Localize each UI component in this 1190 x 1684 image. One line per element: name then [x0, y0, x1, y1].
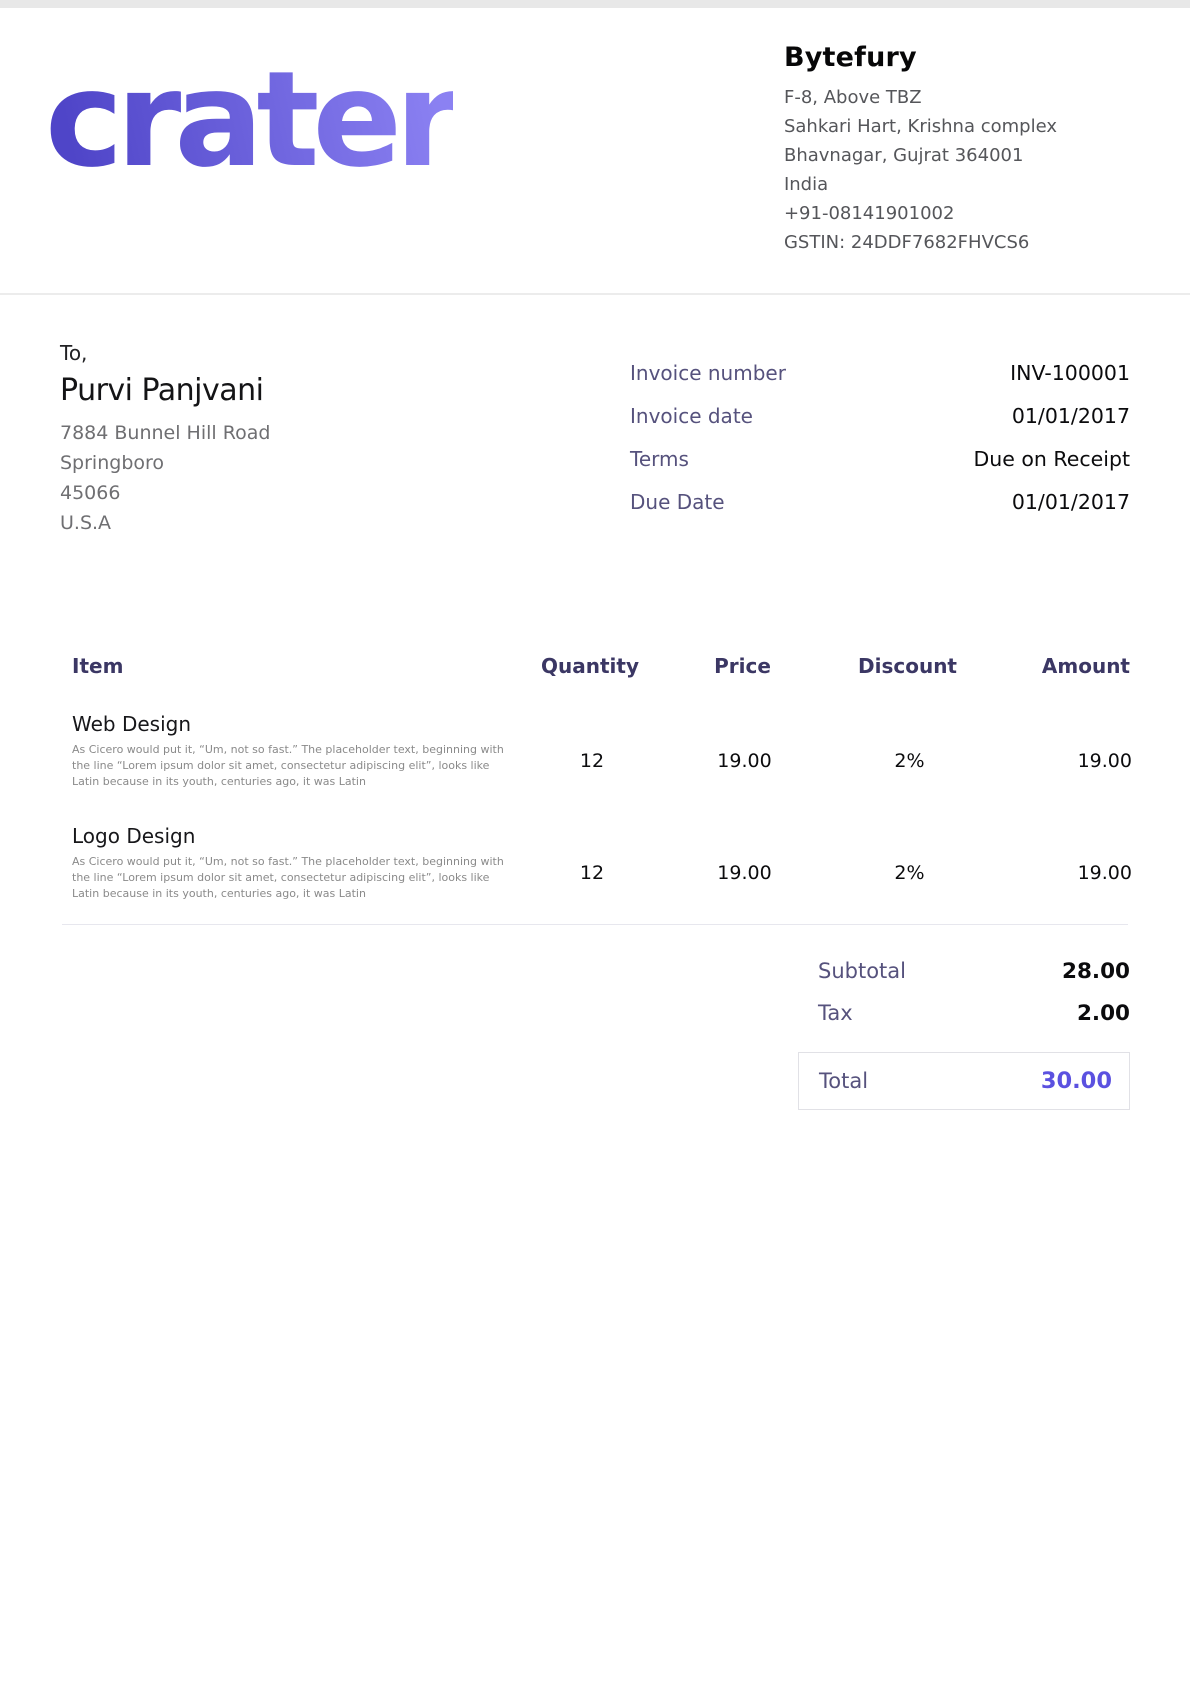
subtotal-row: Subtotal 28.00: [798, 959, 1130, 984]
item-quantity: 12: [517, 712, 667, 790]
terms-label: Terms: [630, 447, 689, 471]
invoice-meta-block: Invoice number INV-100001 Invoice date 0…: [630, 361, 1130, 538]
subtotal-value: 28.00: [1062, 959, 1130, 984]
item-name: Logo Design: [72, 824, 517, 848]
item-price: 19.00: [667, 824, 822, 902]
company-name: Bytefury: [784, 42, 1057, 73]
item-cell: Logo Design As Cicero would put it, “Um,…: [60, 824, 517, 902]
crater-logo: crater: [45, 52, 453, 189]
item-amount: 19.00: [997, 712, 1132, 790]
company-address-line: F-8, Above TBZ: [784, 83, 1057, 112]
due-date-label: Due Date: [630, 490, 725, 514]
items-table-header: Item Quantity Price Discount Amount: [60, 654, 1130, 678]
terms-value: Due on Receipt: [973, 447, 1130, 471]
header-quantity: Quantity: [515, 654, 665, 678]
client-address-line: 7884 Bunnel Hill Road: [60, 418, 270, 448]
tax-row: Tax 2.00: [798, 1001, 1130, 1026]
total-box: Total 30.00: [798, 1052, 1130, 1110]
item-discount: 2%: [822, 712, 997, 790]
item-description: As Cicero would put it, “Um, not so fast…: [72, 742, 517, 790]
company-phone: +91-08141901002: [784, 199, 1057, 228]
client-address-line: 45066: [60, 478, 270, 508]
top-divider-bar: [0, 0, 1190, 8]
tax-label: Tax: [818, 1001, 853, 1025]
item-row: Logo Design As Cicero would put it, “Um,…: [60, 824, 1130, 902]
company-address-line: India: [784, 170, 1057, 199]
header-item: Item: [60, 654, 515, 678]
company-address-line: Sahkari Hart, Krishna complex: [784, 112, 1057, 141]
item-name: Web Design: [72, 712, 517, 736]
invoice-date-value: 01/01/2017: [1012, 404, 1130, 428]
bill-to-label: To,: [60, 341, 270, 365]
client-address-line: U.S.A: [60, 508, 270, 538]
invoice-meta-row: Invoice number INV-100001: [630, 361, 1130, 385]
invoice-number-value: INV-100001: [1010, 361, 1130, 385]
item-row: Web Design As Cicero would put it, “Um, …: [60, 712, 1130, 790]
item-discount: 2%: [822, 824, 997, 902]
total-label: Total: [819, 1069, 868, 1093]
invoice-meta-row: Terms Due on Receipt: [630, 447, 1130, 471]
item-amount: 19.00: [997, 824, 1132, 902]
invoice-date-label: Invoice date: [630, 404, 753, 428]
billing-section: To, Purvi Panjvani 7884 Bunnel Hill Road…: [0, 341, 1190, 538]
item-quantity: 12: [517, 824, 667, 902]
totals-section: Subtotal 28.00 Tax 2.00 Total 30.00: [798, 959, 1130, 1110]
item-price: 19.00: [667, 712, 822, 790]
invoice-header: crater Bytefury F-8, Above TBZ Sahkari H…: [0, 8, 1190, 295]
subtotal-label: Subtotal: [818, 959, 906, 983]
items-table: Item Quantity Price Discount Amount Web …: [60, 654, 1130, 902]
invoice-meta-row: Invoice date 01/01/2017: [630, 404, 1130, 428]
client-address-line: Springboro: [60, 448, 270, 478]
invoice-meta-row: Due Date 01/01/2017: [630, 490, 1130, 514]
item-description: As Cicero would put it, “Um, not so fast…: [72, 854, 517, 902]
company-gstin: GSTIN: 24DDF7682FHVCS6: [784, 228, 1057, 257]
due-date-value: 01/01/2017: [1012, 490, 1130, 514]
company-info-block: Bytefury F-8, Above TBZ Sahkari Hart, Kr…: [784, 42, 1057, 257]
header-price: Price: [665, 654, 820, 678]
item-cell: Web Design As Cicero would put it, “Um, …: [60, 712, 517, 790]
invoice-number-label: Invoice number: [630, 361, 786, 385]
bill-to-block: To, Purvi Panjvani 7884 Bunnel Hill Road…: [60, 341, 270, 538]
header-discount: Discount: [820, 654, 995, 678]
client-name: Purvi Panjvani: [60, 373, 270, 408]
total-value: 30.00: [1041, 1068, 1112, 1094]
tax-value: 2.00: [1077, 1001, 1130, 1026]
totals-divider: [62, 924, 1128, 925]
company-address-line: Bhavnagar, Gujrat 364001: [784, 141, 1057, 170]
header-amount: Amount: [995, 654, 1130, 678]
